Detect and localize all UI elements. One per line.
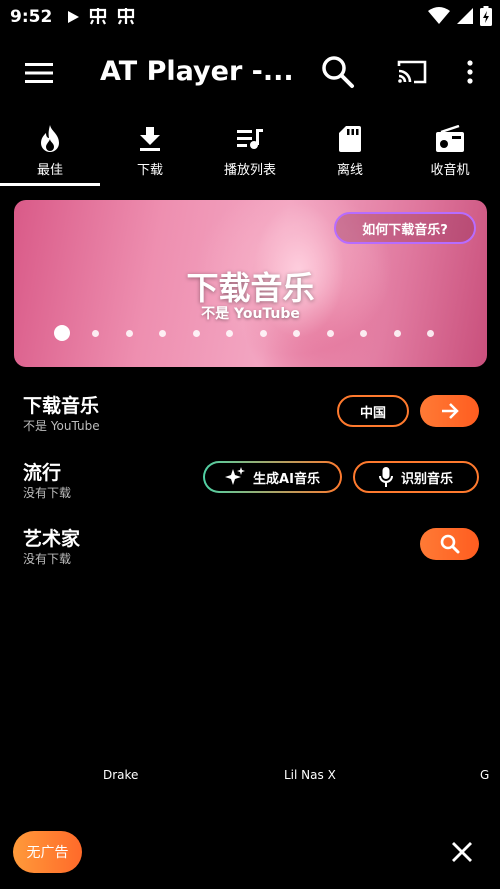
download-music-row: 下载音乐 不是 YouTube 中国 [0, 388, 500, 438]
page-dot[interactable] [293, 329, 300, 337]
sd-card-icon [333, 122, 367, 156]
page-dot[interactable] [54, 325, 70, 341]
arrow-right-icon [441, 403, 459, 419]
promo-banner[interactable]: 如何下载音乐? 下载音乐 不是 YouTube [14, 200, 487, 367]
region-button[interactable]: 中国 [337, 395, 409, 427]
page-dot[interactable] [125, 329, 133, 337]
download-icon [133, 122, 167, 156]
generate-ai-music-button[interactable]: 生成AI音乐 [203, 461, 342, 493]
search-icon [440, 534, 459, 554]
status-time: 9:52 [10, 7, 53, 27]
artist-search-button[interactable] [420, 528, 479, 560]
page-dot[interactable] [393, 329, 401, 337]
page-dot[interactable] [92, 329, 99, 337]
cast-icon [397, 60, 427, 84]
page-dot[interactable] [159, 329, 166, 337]
artist-name[interactable]: Lil Nas X [284, 768, 336, 782]
close-icon [452, 842, 472, 862]
radio-icon [433, 122, 467, 156]
download-go-button[interactable] [420, 395, 479, 427]
close-ad-button[interactable] [446, 836, 478, 868]
download-music-title: 下载音乐 [23, 395, 100, 417]
page-dot[interactable] [360, 329, 367, 337]
status-notification-icons [66, 6, 136, 30]
tab-bar: 最佳 下载 播放列表 离线 收音机 [0, 118, 500, 186]
app-bar: AT Player -... [0, 36, 500, 112]
tab-offline[interactable]: 离线 [300, 118, 400, 186]
tab-radio[interactable]: 收音机 [400, 118, 500, 186]
app-notification-icon [88, 6, 108, 30]
page-dot[interactable] [326, 329, 334, 337]
banner-page-indicator [54, 325, 461, 341]
no-ads-label: 无广告 [26, 845, 69, 861]
generate-ai-music-label: 生成AI音乐 [253, 471, 320, 487]
tab-label: 收音机 [430, 163, 470, 178]
artists-subtitle: 没有下载 [23, 552, 72, 566]
region-label: 中国 [359, 405, 386, 421]
artists-row: 艺术家 没有下载 [0, 521, 500, 571]
page-dot[interactable] [259, 329, 267, 337]
more-vertical-icon [467, 60, 473, 84]
trending-subtitle: 没有下载 [23, 486, 72, 500]
page-dot[interactable] [192, 329, 200, 337]
search-icon [322, 56, 354, 88]
tab-label: 下载 [136, 163, 163, 178]
flame-icon [33, 122, 67, 156]
trending-title: 流行 [23, 462, 62, 484]
page-dot[interactable] [427, 329, 434, 337]
tab-label: 最佳 [36, 163, 63, 178]
more-options-button[interactable] [456, 54, 484, 90]
battery-icon [480, 6, 492, 30]
status-bar: 9:52 [0, 0, 500, 36]
no-ads-button[interactable]: 无广告 [13, 831, 82, 873]
identify-music-label: 识别音乐 [400, 471, 453, 487]
search-button[interactable] [318, 52, 358, 92]
identify-music-button[interactable]: 识别音乐 [353, 461, 479, 493]
play-notification-icon [66, 9, 80, 28]
tab-best[interactable]: 最佳 [0, 118, 100, 186]
hamburger-menu-icon [25, 63, 53, 83]
artist-name[interactable]: G [480, 768, 489, 782]
menu-button[interactable] [22, 56, 56, 90]
artists-title: 艺术家 [23, 528, 81, 550]
how-to-download-button[interactable]: 如何下载音乐? [334, 212, 476, 244]
wifi-icon [428, 7, 450, 29]
signal-icon [456, 7, 474, 29]
playlist-icon [233, 122, 267, 156]
tab-download[interactable]: 下载 [100, 118, 200, 186]
sparkle-icon [225, 467, 246, 485]
banner-subtitle: 不是 YouTube [201, 306, 300, 322]
status-system-icons [428, 6, 492, 30]
tab-playlist[interactable]: 播放列表 [200, 118, 300, 186]
page-dot[interactable] [226, 329, 233, 337]
microphone-icon [378, 467, 393, 487]
tab-label: 离线 [336, 163, 363, 178]
artist-name[interactable]: Drake [103, 768, 138, 782]
app-title: AT Player -... [100, 56, 294, 87]
cast-button[interactable] [392, 54, 432, 90]
tab-label: 播放列表 [223, 163, 276, 178]
trending-row: 流行 没有下载 生成AI音乐 识别音乐 [0, 455, 500, 505]
download-music-subtitle: 不是 YouTube [23, 419, 100, 433]
app-notification-icon-2 [116, 6, 136, 30]
